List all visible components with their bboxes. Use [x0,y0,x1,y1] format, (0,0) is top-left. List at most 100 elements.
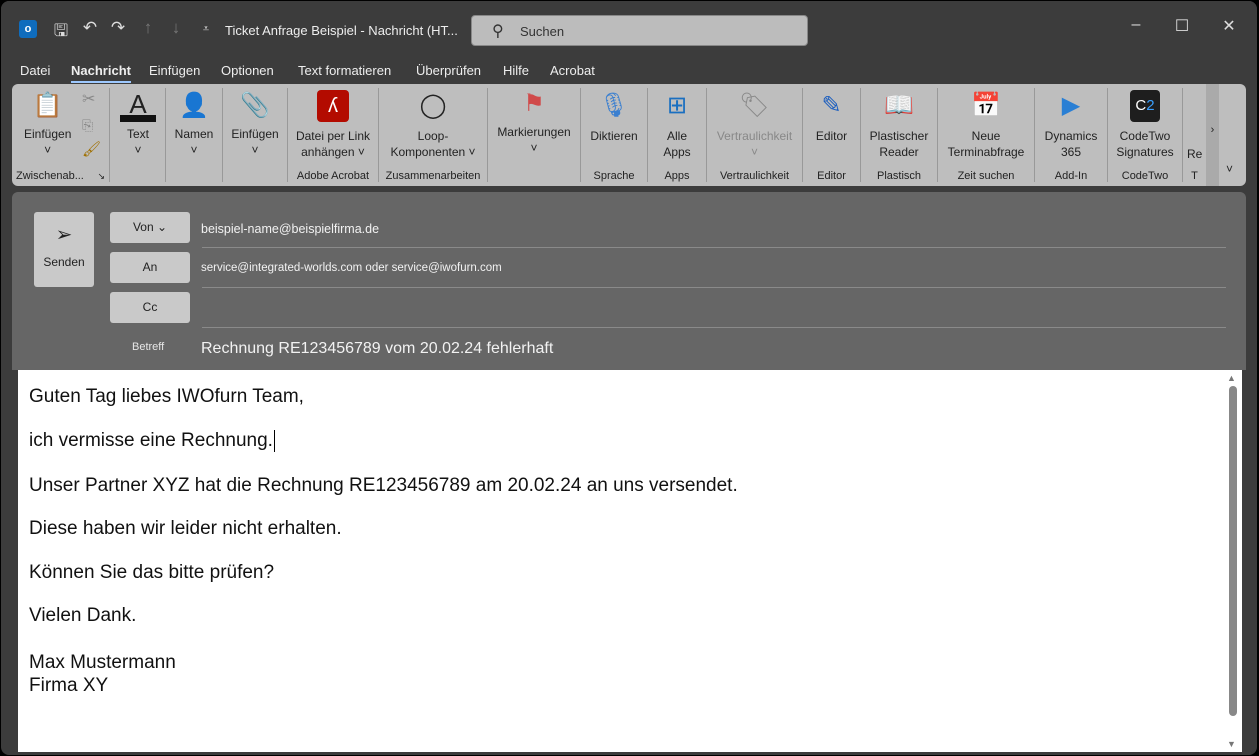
cc-button[interactable]: Cc [110,292,190,323]
names-label: Namen [174,127,214,141]
divider [202,247,1226,248]
insert-button[interactable]: 📎 Einfügen ˅ [230,90,280,158]
search-box[interactable]: ⚲ Suchen [471,15,808,46]
close-button[interactable]: ✕ [1214,16,1244,36]
copy-icon[interactable]: ⎘ [82,117,93,133]
minimize-button[interactable]: – [1121,16,1151,34]
undo-icon[interactable]: ↶ [79,18,101,38]
dyn-l1: Dynamics [1044,129,1098,143]
save-icon[interactable]: 🖫 [50,18,72,47]
ribbon: 📋 Einfügen ˅ ✂ ⎘ 🖌 Zwischenab... ↘ A Text ˅ … [12,84,1246,186]
dynamics-logo-icon: ▶ [1061,92,1081,119]
send-icon: ➢ [55,224,73,246]
sensitivity-button: 🏷 Vertraulichkeit ˅ [707,90,802,160]
tab-nachricht[interactable]: Nachricht [71,63,131,83]
scroll-down-icon[interactable]: ▼ [1227,739,1236,749]
group-codetwo: C2 CodeTwo Signatures CodeTwo [1108,88,1183,182]
dictate-label: Diktieren [590,129,638,143]
tab-acrobat[interactable]: Acrobat [550,63,595,78]
group-label: Editor [817,170,846,182]
send-button[interactable]: ➢ Senden [34,212,94,287]
dictate-button[interactable]: 🎙 Diktieren [581,90,647,144]
cut-icon[interactable]: ✂ [82,92,95,108]
group-label: Add-In [1054,170,1088,182]
body-line: Diese haben wir leider nicht erhalten. [29,518,342,539]
tab-ueberpruefen[interactable]: Überprüfen [416,63,481,78]
group-partial: Re T [1183,88,1206,182]
clipboard-icon: 📋 [32,92,63,119]
tab-datei[interactable]: Datei [20,63,50,78]
paste-label: Einfügen [24,127,72,141]
body-line: Vielen Dank. [29,605,137,626]
from-field[interactable]: beispiel-name@beispielfirma.de [201,222,379,236]
flag-icon: ⚑ [523,90,545,117]
chevron-down-icon: ⌄ [156,220,168,234]
group-namen: 👤 Namen ˅ [166,88,223,182]
codetwo-signatures-button[interactable]: C2 CodeTwo Signatures [1108,90,1182,160]
to-field[interactable]: service@integrated-worlds.com oder servi… [201,262,502,274]
group-sprache: 🎙 Diktieren Sprache [581,88,648,182]
loop-components-button[interactable]: ◯ Loop- Komponenten ˅ [379,90,487,160]
text-button[interactable]: A Text ˅ [120,88,156,158]
to-label: An [142,260,158,274]
send-label: Senden [43,255,85,269]
from-button[interactable]: Von ⌄ [110,212,190,243]
next-item-icon: ↓ [171,18,181,37]
editor-button[interactable]: ✎ Editor [803,90,860,144]
group-label: Apps [664,170,690,182]
dialog-launcher-icon[interactable]: ↘ [97,171,105,182]
scroll-up-icon[interactable]: ▲ [1227,373,1236,383]
names-button[interactable]: 👤 Namen ˅ [174,90,214,158]
calendar-chart-icon: 📅 [971,92,1001,119]
apps-l1: Alle [666,129,687,143]
group-label: Sprache [593,170,635,182]
signature-company: Firma XY [29,675,109,696]
group-zwischenablage: 📋 Einfügen ˅ ✂ ⎘ 🖌 Zwischenab... ↘ [12,88,110,182]
scrollbar-thumb[interactable] [1229,386,1237,716]
all-apps-button[interactable]: ⊞ Alle Apps [648,90,706,160]
search-placeholder: Suchen [520,24,565,39]
paste-button[interactable]: 📋 Einfügen ˅ [24,90,71,158]
ribbon-scroll-right[interactable]: › [1206,84,1219,186]
group-text: A Text ˅ [110,88,166,182]
immersive-reader-button[interactable]: 📖 Plastischer Reader [861,90,937,160]
redo-icon[interactable]: ↷ [107,18,129,38]
address-book-icon: 👤 [179,92,209,119]
tab-text-formatieren[interactable]: Text formatieren [298,63,391,78]
dynamics-365-button[interactable]: ▶ Dynamics 365 [1035,90,1107,160]
cc-label: Cc [142,300,158,314]
poll-l1: Neue [971,129,1001,143]
apps-l2: Apps [663,145,691,159]
sensitivity-icon: 🏷 [739,92,770,119]
message-body[interactable]: Guten Tag liebes IWOfurn Team, ich vermi… [18,370,1242,752]
group-label: Zeit suchen [957,170,1015,182]
tab-einfuegen[interactable]: Einfügen [149,63,200,78]
to-button[interactable]: An [110,252,190,283]
body-line: Können Sie das bitte prüfen? [29,562,275,583]
format-painter-icon[interactable]: 🖌 [82,142,101,158]
previous-item-icon: ↑ [143,18,153,37]
tags-button[interactable]: ⚑ Markierungen ˅ [488,88,580,156]
subject-field[interactable]: Rechnung RE123456789 vom 20.02.24 fehler… [201,340,553,358]
vertical-scrollbar[interactable]: ▲ ▼ [1224,370,1242,752]
adobe-acrobat-icon: ʎ [317,90,349,122]
new-poll-button[interactable]: 📅 Neue Terminabfrage [938,90,1034,160]
partial-button[interactable]: Re [1187,146,1202,162]
reader-l1: Plastischer [869,129,929,143]
tab-hilfe[interactable]: Hilfe [503,63,529,78]
attach-via-link-button[interactable]: ʎ Datei per Link anhängen ˅ [288,90,378,160]
subject-label: Betreff [132,341,165,353]
tab-optionen[interactable]: Optionen [221,63,274,78]
group-apps: ⊞ Alle Apps Apps [648,88,707,182]
maximize-button[interactable]: ☐ [1167,16,1197,36]
customize-toolbar-icon[interactable]: ⩡ [195,23,217,36]
outlook-message-window: o 🖫 ↶ ↷ ↑ ↓ ⩡ Ticket Anfrage Beispiel - … [1,1,1257,755]
attach-l1: Datei per Link [295,129,371,143]
group-label: Zwischenab... [16,170,84,182]
loop-l2: Komponenten ˅ [390,145,476,159]
insert-label: Einfügen [231,127,279,141]
outlook-logo-icon: o [19,20,37,38]
divider [202,327,1226,328]
group-adobe-acrobat: ʎ Datei per Link anhängen ˅ Adobe Acrobat [288,88,379,182]
collapse-ribbon-icon[interactable]: ˅ [1226,162,1233,176]
